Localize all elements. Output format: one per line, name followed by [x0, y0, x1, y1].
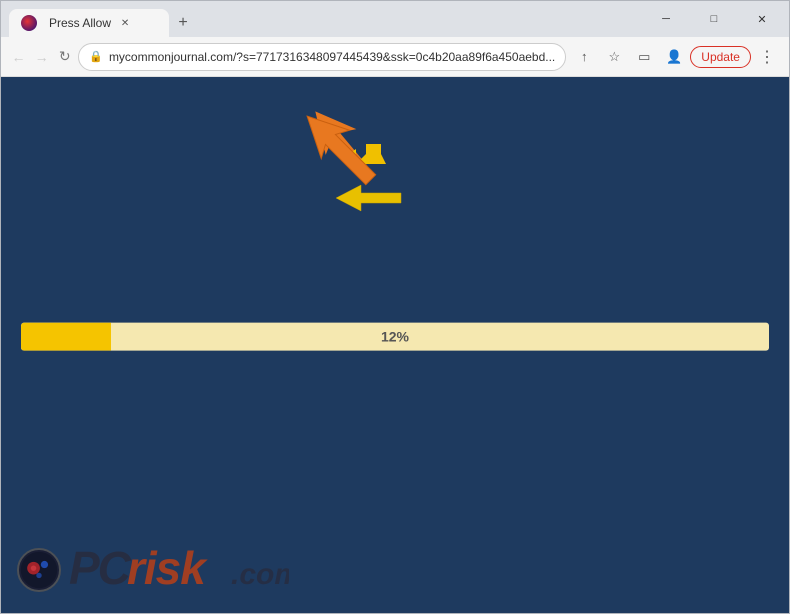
titlebar: Press Allow ✕ + ─ □ ✕ [1, 1, 789, 37]
tab-close-button[interactable]: ✕ [117, 15, 133, 31]
arrow-graphic [281, 92, 441, 222]
share-button[interactable]: ↑ [570, 43, 598, 71]
toolbar-right-controls: ↑ ☆ ▭ 👤 Update ⋮ [570, 43, 781, 71]
svg-text:.com: .com [231, 558, 289, 591]
new-tab-button[interactable]: + [169, 9, 197, 37]
progress-bar-fill [21, 323, 111, 351]
svg-text:risk: risk [127, 542, 208, 592]
progress-bar-wrapper: 12% [21, 323, 769, 351]
reload-button[interactable]: ↻ [55, 43, 74, 71]
pcrisk-logo-circle [17, 548, 61, 592]
browser-toolbar: ← → ↻ 🔒 mycommonjournal.com/?s=771731634… [1, 37, 789, 77]
update-button[interactable]: Update [690, 46, 751, 68]
sidebar-button[interactable]: ▭ [630, 43, 658, 71]
pcrisk-brand-text: PC risk .com [69, 542, 289, 597]
progress-section: 12% [21, 323, 769, 351]
tab-favicon [21, 15, 37, 31]
close-button[interactable]: ✕ [739, 1, 785, 37]
profile-button[interactable]: 👤 [660, 43, 688, 71]
window-controls: ─ □ ✕ [643, 1, 789, 37]
page-content: 12% PC risk .com [1, 77, 789, 613]
directional-arrows [271, 95, 441, 235]
security-lock-icon: 🔒 [89, 50, 103, 63]
minimize-button[interactable]: ─ [643, 1, 689, 37]
browser-window: Press Allow ✕ + ─ □ ✕ ← → ↻ 🔒 mycommonjo… [0, 0, 790, 614]
active-tab[interactable]: Press Allow ✕ [9, 9, 169, 37]
tab-title: Press Allow [49, 16, 111, 30]
url-text: mycommonjournal.com/?s=77173163480974454… [109, 50, 555, 64]
tab-bar: Press Allow ✕ + [9, 1, 643, 37]
svg-text:PC: PC [69, 542, 132, 592]
back-button[interactable]: ← [9, 43, 28, 71]
menu-button[interactable]: ⋮ [753, 43, 781, 71]
maximize-button[interactable]: □ [691, 1, 737, 37]
bookmark-button[interactable]: ☆ [600, 43, 628, 71]
forward-button[interactable]: → [32, 43, 51, 71]
pcrisk-watermark: PC risk .com [17, 542, 289, 597]
progress-label: 12% [381, 329, 409, 345]
address-bar[interactable]: 🔒 mycommonjournal.com/?s=771731634809744… [78, 43, 566, 71]
